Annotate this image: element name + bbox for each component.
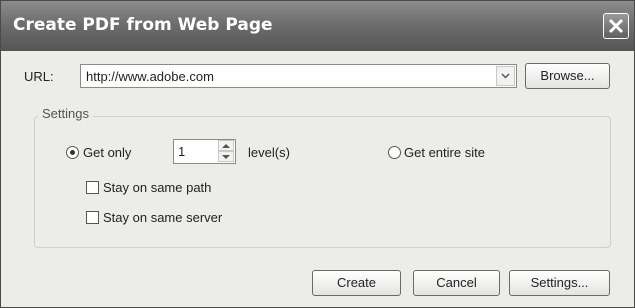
stay-same-server-label[interactable]: Stay on same server [103,210,222,225]
url-dropdown-button[interactable] [496,66,515,86]
get-only-radio[interactable] [66,146,79,159]
radio-selected-dot [70,150,75,155]
get-entire-site-radio[interactable] [388,146,401,159]
spin-up-button[interactable] [218,140,234,151]
get-entire-site-label[interactable]: Get entire site [404,145,485,160]
stay-same-server-checkbox[interactable] [86,211,99,224]
levels-input[interactable] [175,141,221,162]
cancel-button[interactable]: Cancel [413,270,500,296]
settings-legend: Settings [38,106,93,121]
url-label: URL: [24,69,54,84]
title-bar: Create PDF from Web Page [1,1,634,51]
get-only-label[interactable]: Get only [83,145,131,160]
stay-same-path-label[interactable]: Stay on same path [103,180,211,195]
create-button[interactable]: Create [312,270,401,296]
levels-spinner[interactable] [173,139,236,164]
spin-up-icon [222,144,230,148]
stay-same-path-checkbox[interactable] [86,181,99,194]
spin-down-icon [222,155,230,159]
browse-button[interactable]: Browse... [525,63,610,89]
spin-down-button[interactable] [218,151,234,162]
settings-button[interactable]: Settings... [509,270,610,296]
chevron-down-icon [501,73,510,79]
create-pdf-dialog: Create PDF from Web Page URL: Browse... … [0,0,635,308]
dialog-title: Create PDF from Web Page [13,15,273,35]
close-button[interactable] [603,13,629,39]
url-combobox[interactable] [80,64,517,88]
levels-unit-label: level(s) [248,145,290,160]
close-icon [608,18,624,34]
url-input[interactable] [83,66,497,86]
